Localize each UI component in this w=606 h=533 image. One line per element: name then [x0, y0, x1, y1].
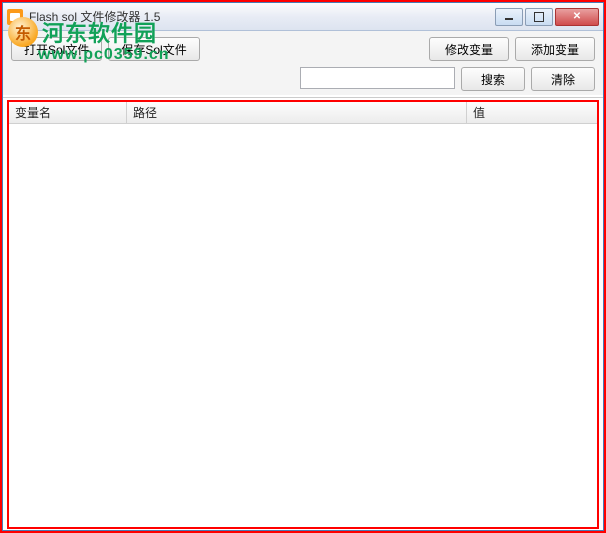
- table-body[interactable]: [9, 124, 597, 527]
- toolbar: 打开Sol文件 保存Sol文件 修改变量 添加变量 搜索 清除: [3, 31, 603, 95]
- clear-button[interactable]: 清除: [531, 67, 595, 91]
- column-header-value[interactable]: 值: [467, 102, 597, 123]
- open-sol-button[interactable]: 打开Sol文件: [11, 37, 102, 61]
- column-header-path[interactable]: 路径: [127, 102, 467, 123]
- variables-table: 变量名 路径 值: [7, 100, 599, 529]
- window-title: Flash sol 文件修改器 1.5: [29, 8, 495, 25]
- save-sol-button[interactable]: 保存Sol文件: [108, 37, 199, 61]
- spacer: [206, 37, 423, 61]
- search-button[interactable]: 搜索: [461, 67, 525, 91]
- app-window: Flash sol 文件修改器 1.5 打开Sol文件 保存Sol文件 修改变量…: [2, 2, 604, 531]
- window-controls: [495, 8, 599, 26]
- close-button[interactable]: [555, 8, 599, 26]
- app-icon: [7, 9, 23, 25]
- table-header: 变量名 路径 值: [9, 102, 597, 124]
- toolbar-row-1: 打开Sol文件 保存Sol文件 修改变量 添加变量: [11, 37, 595, 61]
- maximize-button[interactable]: [525, 8, 553, 26]
- search-input[interactable]: [300, 67, 455, 89]
- divider: [3, 97, 603, 98]
- column-header-name[interactable]: 变量名: [9, 102, 127, 123]
- titlebar[interactable]: Flash sol 文件修改器 1.5: [3, 3, 603, 31]
- modify-variable-button[interactable]: 修改变量: [429, 37, 509, 61]
- toolbar-row-2: 搜索 清除: [11, 67, 595, 91]
- add-variable-button[interactable]: 添加变量: [515, 37, 595, 61]
- minimize-button[interactable]: [495, 8, 523, 26]
